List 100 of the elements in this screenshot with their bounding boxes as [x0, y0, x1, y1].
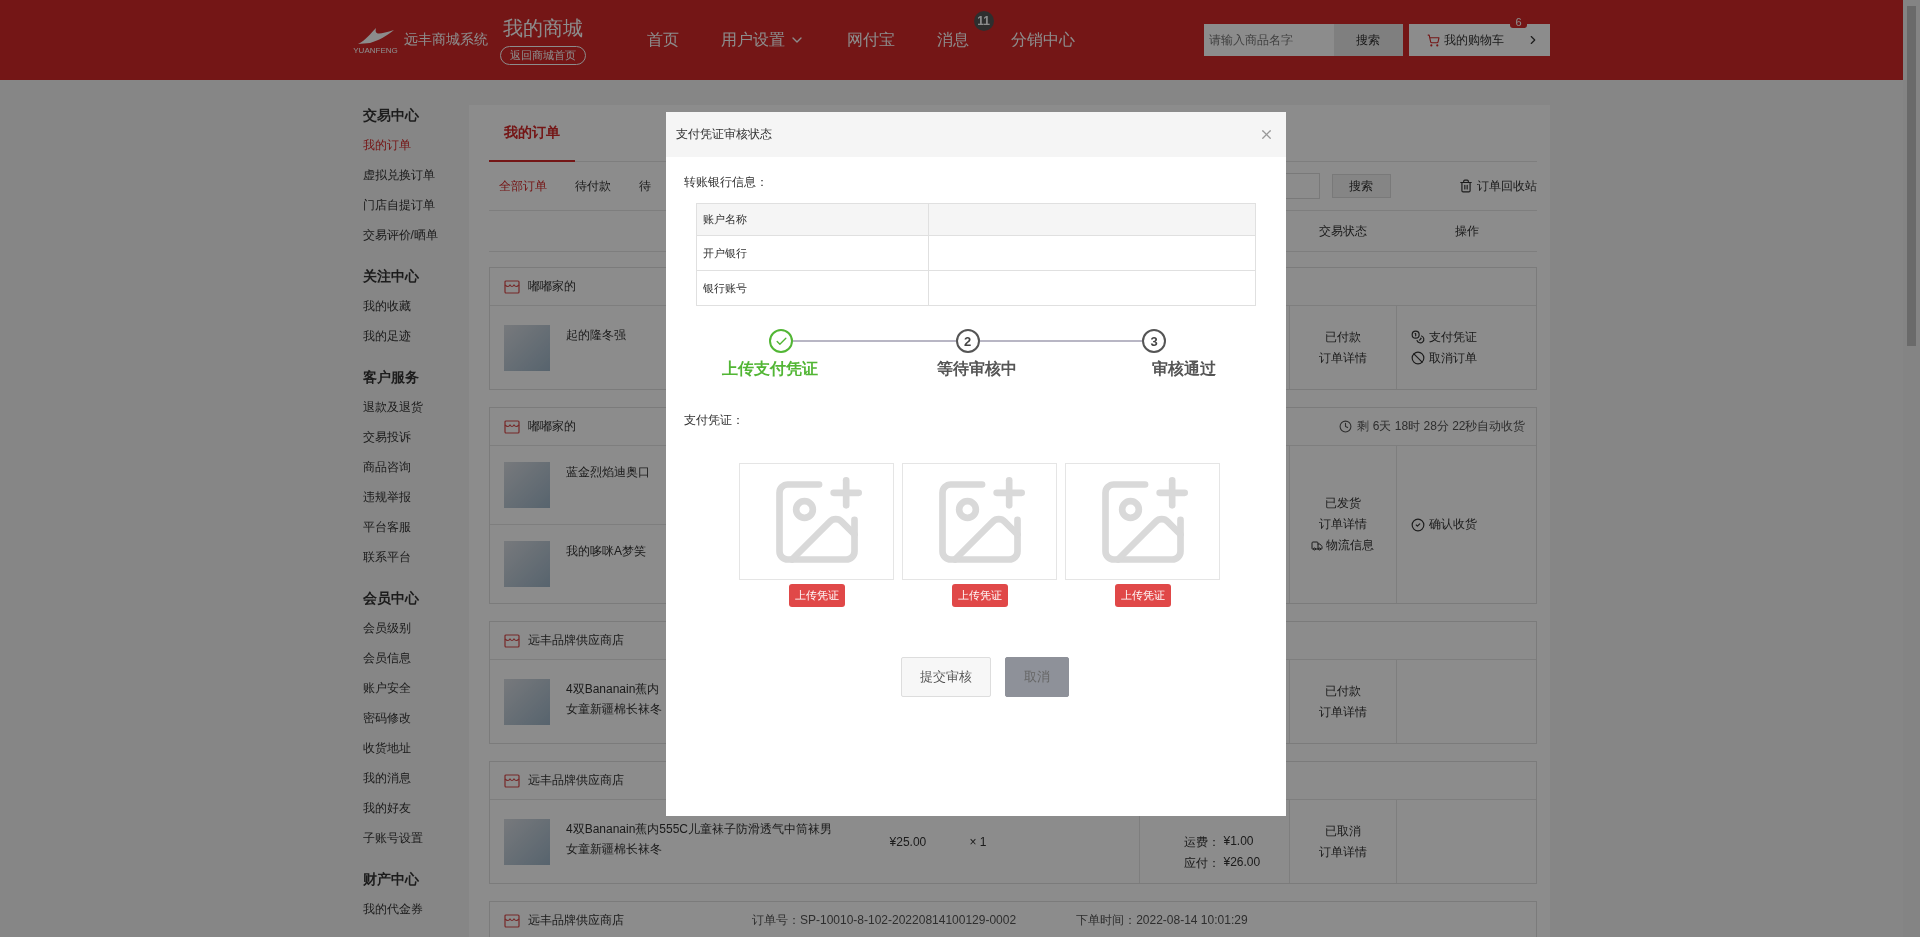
shop-icon [503, 419, 520, 434]
confirm-link[interactable]: 确认收货 [1410, 516, 1477, 533]
shop-icon [503, 633, 520, 648]
auto-receive-countdown: 剩 6天 18时 28分 22秒自动收货 [1357, 418, 1526, 435]
shop-icon [503, 279, 520, 294]
sidebar-item[interactable]: 我的消息 [362, 763, 469, 793]
sidebar-item[interactable]: 我的代金券 [362, 894, 469, 924]
total-label: 应付： [1182, 854, 1220, 872]
shop-name: 嘟嘟家的 [527, 418, 576, 435]
shop-name: 远丰品牌供应商店 [527, 912, 624, 929]
sidebar-item[interactable]: 我的收藏 [362, 291, 469, 321]
product-name[interactable]: 蓝金烈焰迪奥口 [565, 462, 650, 482]
order-detail-link[interactable]: 订单详情 [1318, 516, 1367, 533]
step-label: 上传支付凭证 [720, 359, 819, 379]
sidebar-item[interactable]: 我的好友 [362, 793, 469, 823]
message-count-badge: 11 [973, 10, 994, 31]
section-label: 转账银行信息： [684, 174, 769, 191]
shop-icon [503, 913, 520, 928]
shop-name: 远丰品牌供应商店 [527, 632, 624, 649]
order-time: 下单时间：2022-08-14 10:01:29 [1076, 912, 1248, 929]
sidebar-item[interactable]: 密码修改 [362, 703, 469, 733]
sidebar-item[interactable]: 会员信息 [362, 643, 469, 673]
total-value: ¥1.00 [1223, 833, 1255, 850]
sidebar-item[interactable]: 平台客服 [362, 512, 469, 542]
column-header: 交易状态 [1318, 222, 1368, 240]
check-circle-icon [1410, 517, 1425, 532]
upload-button[interactable]: 上传凭证 [788, 584, 845, 607]
photo-placeholder [503, 818, 550, 865]
unit-price: ¥25.00 [888, 834, 928, 849]
sidebar-item[interactable]: 账户安全 [362, 673, 469, 703]
sidebar-item[interactable]: 商品咨询 [362, 452, 469, 482]
shop-name: 远丰品牌供应商店 [527, 772, 624, 789]
order-status: 已取消 [1324, 822, 1361, 840]
search-field[interactable]: 请输入商品名字 [1203, 24, 1334, 56]
order-detail-link[interactable]: 订单详情 [1318, 843, 1367, 861]
recycle-bin-link[interactable]: 订单回收站 [1458, 177, 1537, 195]
upload-button[interactable]: 上传凭证 [951, 584, 1008, 607]
order-status: 已付款 [1324, 682, 1361, 700]
sidebar-item[interactable]: 交易投诉 [362, 422, 469, 452]
step-number: 3 [1142, 329, 1166, 353]
trash-icon [1458, 179, 1473, 193]
logistics-link[interactable]: 物流信息 [1311, 537, 1374, 554]
shop-name: 嘟嘟家的 [527, 278, 576, 295]
order-detail-link[interactable]: 订单详情 [1318, 703, 1367, 721]
cancel-link[interactable]: 取消订单 [1410, 349, 1477, 367]
product-name[interactable]: 4双Bananain蕉内 女童新疆棉长袜冬 [565, 678, 662, 719]
sidebar-item[interactable]: 交易评价/晒单 [362, 220, 469, 250]
quantity: × 1 [968, 834, 988, 849]
sidebar-item[interactable]: 虚拟兑换订单 [362, 160, 469, 190]
sidebar-item[interactable]: 子账号设置 [362, 823, 469, 853]
truck-icon [1311, 539, 1323, 552]
search-button[interactable]: 搜索 [1333, 24, 1403, 56]
total-label: 运费： [1182, 833, 1220, 851]
logo-caption: YUANFENG [353, 45, 398, 55]
nav-link[interactable]: 网付宝 [825, 29, 916, 51]
voucher-link[interactable]: 支付凭证 [1410, 328, 1477, 346]
product-name[interactable]: 我的哆咪A梦笑 [565, 541, 646, 561]
photo-placeholder [503, 678, 550, 725]
sidebar-item[interactable]: 我的订单 [362, 130, 469, 160]
sidebar-item[interactable]: 退款及退货 [362, 392, 469, 422]
sidebar-heading: 财产中心 [362, 870, 420, 889]
image-upload-area[interactable] [902, 463, 1057, 580]
mall-title: 我的商城 [502, 16, 583, 41]
step-number: 2 [955, 329, 980, 353]
order-status: 已付款 [1324, 328, 1361, 346]
nav-link[interactable]: 分销中心 [989, 29, 1096, 51]
nav-link[interactable]: 消息 [915, 29, 990, 51]
order-filter[interactable]: 全部订单 [498, 177, 547, 195]
order-filter[interactable]: 待付款 [574, 177, 611, 195]
product-name[interactable]: 起的隆冬强 [565, 324, 626, 345]
photo-placeholder [503, 324, 550, 371]
sidebar-item[interactable]: 我的足迹 [362, 321, 469, 351]
product-name[interactable]: 4双Bananain蕉内555C儿童袜子防滑透气中筒袜男 女童新疆棉长袜冬 [565, 818, 833, 859]
sidebar-item[interactable]: 联系平台 [362, 542, 469, 572]
upload-button[interactable]: 上传凭证 [1114, 584, 1171, 607]
step-label: 等待审核中 [935, 359, 1018, 379]
section-label: 支付凭证： [684, 412, 745, 429]
sidebar-heading: 交易中心 [362, 106, 420, 125]
nav-link[interactable]: 用户设置 [699, 29, 826, 51]
close-button[interactable] [1259, 127, 1274, 142]
sidebar-item[interactable]: 会员级别 [362, 613, 469, 643]
ban-icon [1410, 351, 1425, 365]
submit-button[interactable]: 提交审核 [901, 657, 991, 697]
orders-tab[interactable]: 我的订单 [488, 105, 575, 162]
shop-icon [503, 773, 520, 788]
total-value: ¥26.00 [1223, 854, 1262, 871]
nav-link[interactable]: 首页 [625, 29, 700, 51]
sidebar-heading: 客户服务 [362, 368, 420, 387]
sidebar-item[interactable]: 违规举报 [362, 482, 469, 512]
order-filter[interactable]: 待 [638, 177, 651, 195]
order-detail-link[interactable]: 订单详情 [1318, 349, 1367, 367]
image-upload-area[interactable] [739, 463, 894, 580]
step-label: 审核通过 [1150, 359, 1217, 379]
table-cell: 银行账号 [697, 271, 929, 305]
column-header: 操作 [1453, 222, 1480, 240]
order-status: 已发货 [1324, 495, 1361, 512]
sidebar-item[interactable]: 收货地址 [362, 733, 469, 763]
order-search-button[interactable]: 搜索 [1331, 174, 1391, 198]
sidebar-item[interactable]: 门店自提订单 [362, 190, 469, 220]
image-upload-area[interactable] [1065, 463, 1220, 580]
